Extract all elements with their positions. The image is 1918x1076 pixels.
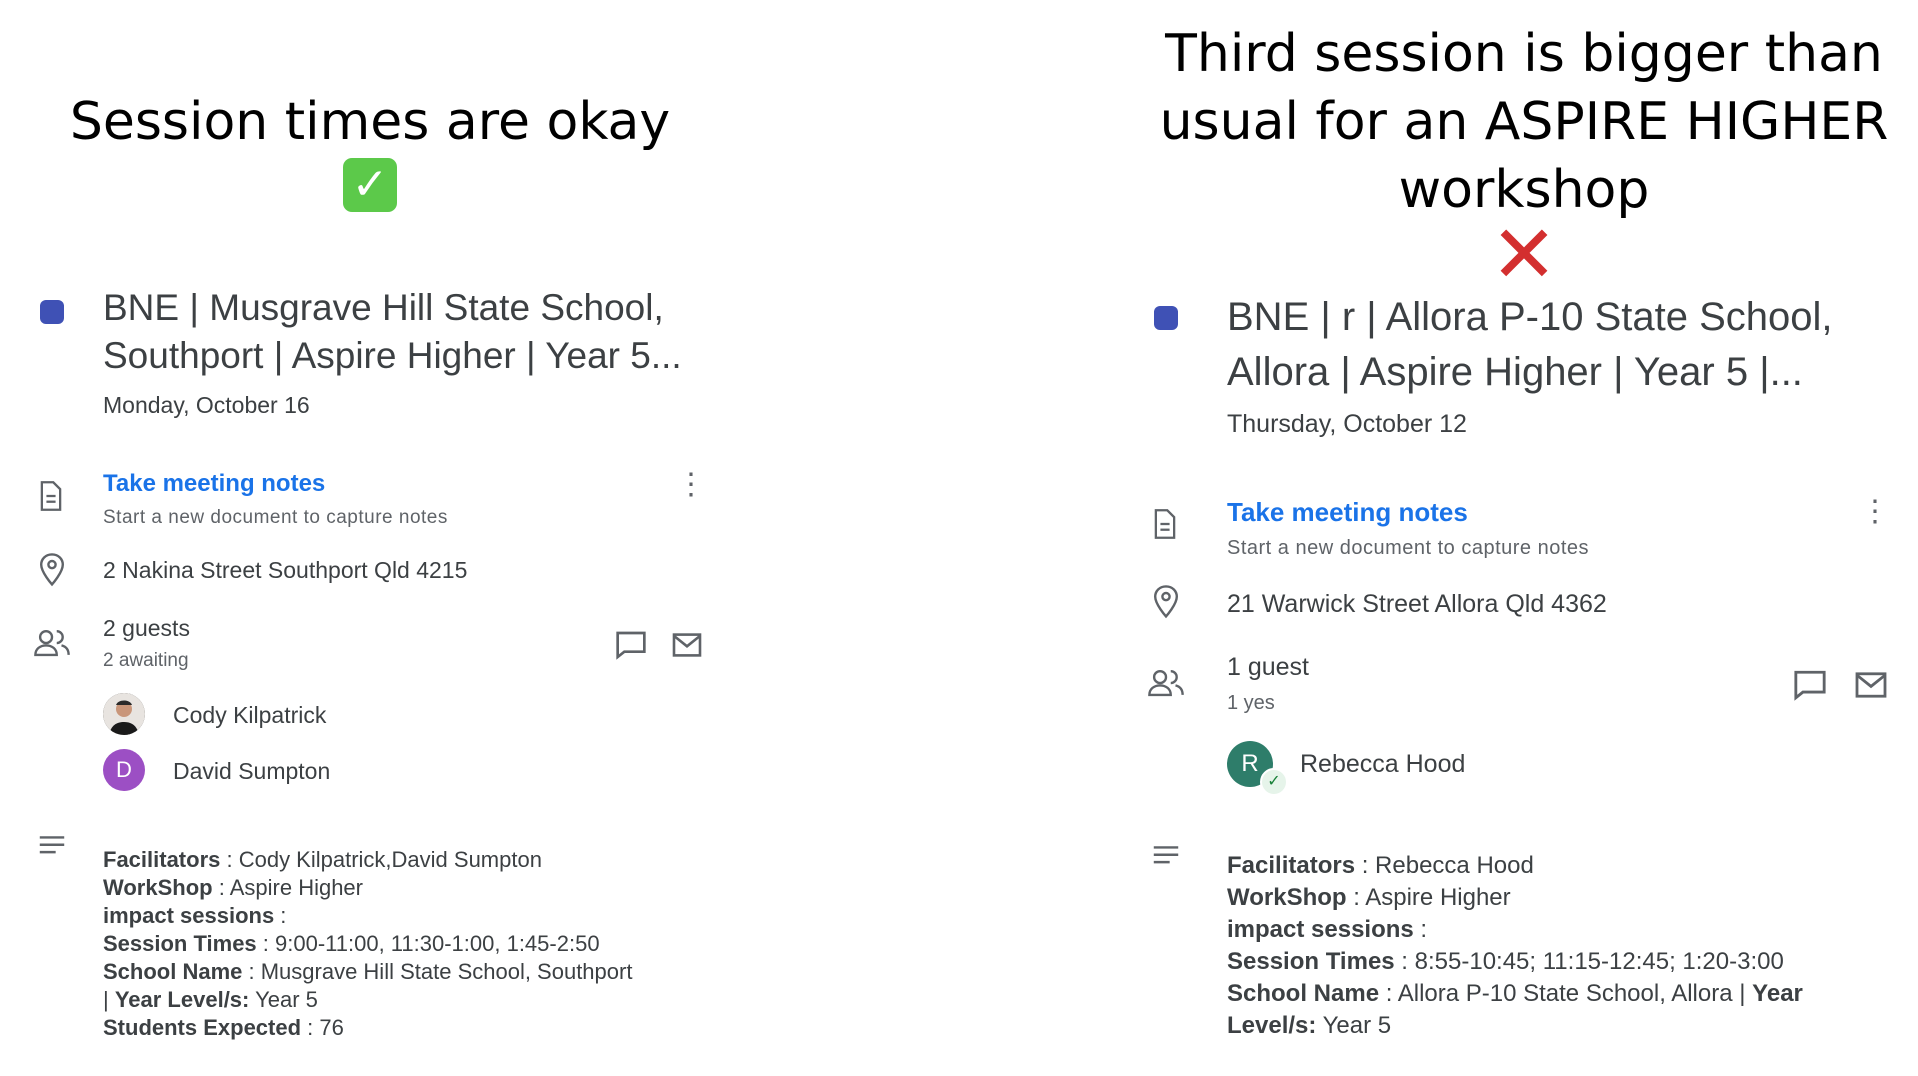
right-caption-line2: usual for an ASPIRE HIGHER <box>1159 92 1889 152</box>
year-level-label-part2: Level/s: <box>1227 1012 1317 1039</box>
meeting-notes-subtitle: Start a new document to capture notes <box>1227 537 1590 559</box>
right-event-panel: Third session is bigger than usual for a… <box>1130 0 1918 1076</box>
event-title-line1: BNE | Musgrave Hill State School, <box>103 287 664 328</box>
guests-icon <box>1148 669 1184 697</box>
year-level-label: Year Level/s: <box>114 987 250 1012</box>
facilitators-value: : Rebecca Hood <box>1355 852 1534 879</box>
more-options-icon[interactable]: ⋮ <box>676 470 706 500</box>
event-address[interactable]: 2 Nakina Street Southport Qld 4215 <box>103 557 467 584</box>
impact-sessions-label: impact sessions <box>1227 916 1414 943</box>
event-description: Facilitators : Rebecca Hood WorkShop : A… <box>1227 850 1907 1042</box>
guests-count: 2 guests <box>103 615 190 641</box>
guest-name[interactable]: David Sumpton <box>173 758 330 785</box>
workshop-label: WorkShop <box>1227 884 1347 911</box>
email-icon[interactable] <box>1854 671 1888 699</box>
year-level-value: Year 5 <box>249 987 318 1012</box>
description-icon <box>1153 846 1179 864</box>
chat-icon[interactable] <box>1793 669 1827 701</box>
students-expected-label: Students Expected <box>103 1015 302 1040</box>
facilitators-label: Facilitators <box>1227 852 1356 879</box>
event-color-icon <box>40 300 64 324</box>
check-mark-icon: ✓ <box>343 158 397 212</box>
take-meeting-notes-link[interactable]: Take meeting notes <box>103 470 325 498</box>
workshop-label: WorkShop <box>103 875 213 900</box>
guest-name[interactable]: Cody Kilpatrick <box>173 702 326 729</box>
facilitators-value: : Cody Kilpatrick,David Sumpton <box>220 847 542 872</box>
accepted-check-icon: ✓ <box>1260 768 1288 796</box>
session-times-label: Session Times <box>103 931 257 956</box>
take-meeting-notes-link[interactable]: Take meeting notes <box>1227 497 1468 528</box>
year-level-label-part1: Year <box>1752 980 1803 1007</box>
avatar-initial: D <box>103 749 145 791</box>
guests-status: 1 yes <box>1227 692 1275 714</box>
impact-sessions-value: : <box>1413 916 1428 943</box>
session-times-value: : 8:55-10:45; 11:15-12:45; 1:20-3:00 <box>1394 948 1784 975</box>
year-prefix: | <box>103 987 115 1012</box>
event-description: Facilitators : Cody Kilpatrick,David Sum… <box>103 846 883 1042</box>
right-caption-line1: Third session is bigger than <box>1165 24 1883 84</box>
session-times-value: : 9:00-11:00, 11:30-1:00, 1:45-2:50 <box>256 931 600 956</box>
school-name-value: : Musgrave Hill State School, Southport <box>242 959 633 984</box>
school-name-label: School Name <box>103 959 243 984</box>
guests-status: 2 awaiting <box>103 650 189 671</box>
students-expected-value: : 76 <box>301 1015 344 1040</box>
school-name-label: School Name <box>1227 980 1380 1007</box>
event-date: Thursday, October 12 <box>1227 410 1467 438</box>
event-date: Monday, October 16 <box>103 392 310 418</box>
avatar-photo <box>103 693 145 735</box>
left-event-panel: Session times are okay ✓ BNE | Musgrave … <box>0 0 900 1076</box>
description-icon <box>39 836 65 854</box>
guests-count: 1 guest <box>1227 653 1310 681</box>
document-icon <box>1154 509 1176 539</box>
guest-name[interactable]: Rebecca Hood <box>1300 750 1465 779</box>
location-pin-icon <box>39 553 65 587</box>
session-times-label: Session Times <box>1227 948 1395 975</box>
workshop-value: : Aspire Higher <box>212 875 363 900</box>
person-photo-icon <box>103 693 145 735</box>
left-caption: Session times are okay ✓ <box>60 92 680 212</box>
school-name-value: : Allora P-10 State School, Allora | <box>1379 980 1753 1007</box>
impact-sessions-label: impact sessions <box>103 903 275 928</box>
right-caption: Third session is bigger than usual for a… <box>1130 20 1918 299</box>
chat-icon[interactable] <box>615 630 647 660</box>
event-title-line1: BNE | r | Allora P-10 State School, <box>1227 295 1833 339</box>
event-title: BNE | Musgrave Hill State School, Southp… <box>103 284 883 380</box>
event-title: BNE | r | Allora P-10 State School, Allo… <box>1227 290 1917 400</box>
workshop-value: : Aspire Higher <box>1346 884 1511 911</box>
event-title-line2: Southport | Aspire Higher | Year 5... <box>103 335 682 376</box>
facilitators-label: Facilitators <box>103 847 221 872</box>
more-options-icon[interactable]: ⋮ <box>1860 497 1890 527</box>
guests-icon <box>34 629 70 657</box>
email-icon[interactable] <box>671 632 703 658</box>
year-level-value: Year 5 <box>1316 1012 1392 1039</box>
document-icon <box>40 481 62 511</box>
meeting-notes-subtitle: Start a new document to capture notes <box>103 507 448 528</box>
cross-mark-icon: ✕ <box>1490 208 1558 301</box>
event-address[interactable]: 21 Warwick Street Allora Qld 4362 <box>1227 590 1607 619</box>
event-title-line2: Allora | Aspire Higher | Year 5 |... <box>1227 350 1803 394</box>
location-pin-icon <box>1153 585 1179 619</box>
impact-sessions-value: : <box>274 903 287 928</box>
left-caption-text: Session times are okay <box>69 92 671 152</box>
event-color-icon <box>1154 306 1178 330</box>
